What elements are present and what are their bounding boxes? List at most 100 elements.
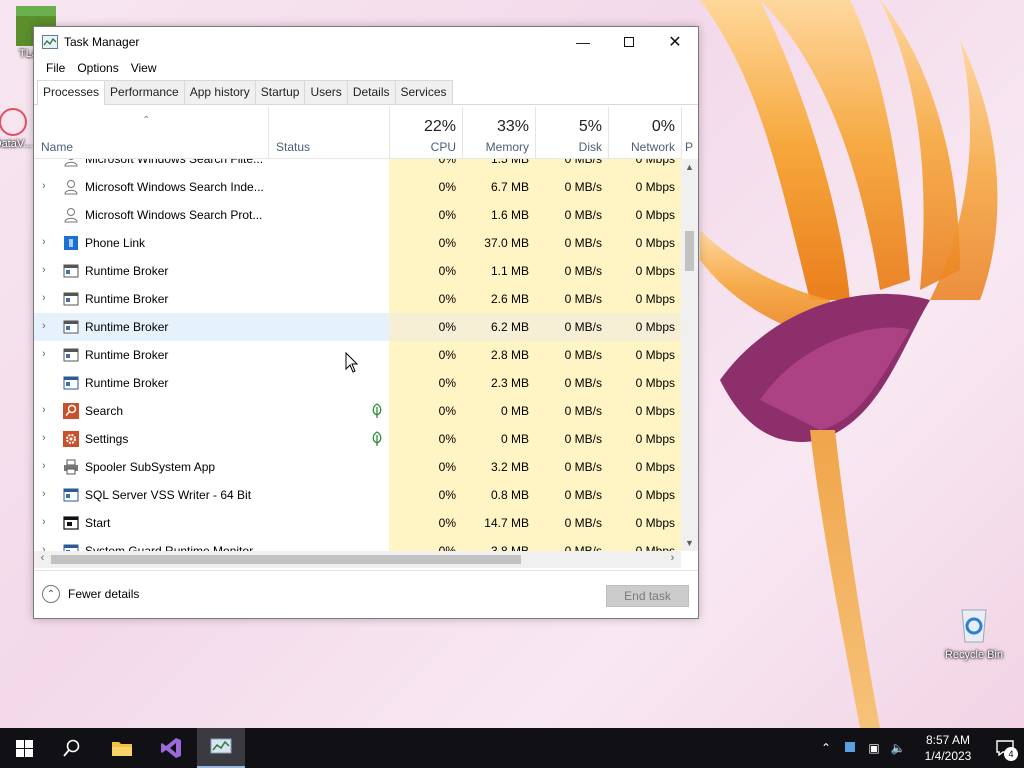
task-manager-icon bbox=[210, 738, 232, 754]
volume-icon[interactable]: 🔈 bbox=[886, 741, 910, 755]
process-row[interactable]: › Runtime Broker 0% 2.6 MB 0 MB/s 0 Mbps bbox=[34, 285, 681, 313]
desktop-icon-recycle-bin[interactable]: Recycle Bin bbox=[942, 604, 1006, 662]
process-network: 0 Mbps bbox=[608, 425, 681, 453]
fewer-details-button[interactable]: ⌃ Fewer details bbox=[42, 585, 139, 603]
scroll-right-icon[interactable]: › bbox=[664, 552, 681, 564]
chevron-right-icon[interactable]: › bbox=[42, 236, 52, 250]
menu-options[interactable]: Options bbox=[71, 61, 124, 75]
start-button[interactable] bbox=[0, 728, 48, 768]
chevron-up-icon[interactable]: ⌃ bbox=[814, 741, 838, 755]
process-name: Runtime Broker bbox=[85, 264, 169, 278]
taskbar-file-explorer[interactable] bbox=[98, 728, 146, 768]
process-cpu: 0% bbox=[389, 509, 462, 537]
column-header-disk[interactable]: 5% Disk bbox=[535, 107, 608, 159]
chevron-right-icon[interactable]: › bbox=[42, 348, 52, 362]
taskbar-task-manager[interactable] bbox=[197, 728, 245, 768]
process-row[interactable]: › SQL Server VSS Writer - 64 Bit 0% 0.8 MB 0… bbox=[34, 481, 681, 509]
maximize-button[interactable] bbox=[606, 27, 652, 57]
process-row[interactable]: › Spooler SubSystem App 0% 3.2 MB 0 MB/s 0 Mb… bbox=[34, 453, 681, 481]
horizontal-scrollbar[interactable]: ‹ › bbox=[34, 551, 681, 568]
taskbar-visual-studio[interactable] bbox=[147, 728, 195, 768]
column-header-name[interactable]: ⌃ Name bbox=[34, 107, 268, 159]
process-row[interactable]: Microsoft Windows Search Prot... 0% 1.6 MB… bbox=[34, 201, 681, 229]
column-power-label: P bbox=[685, 140, 694, 154]
notification-count-badge: 4 bbox=[1004, 747, 1018, 761]
app-window-icon bbox=[63, 319, 79, 335]
column-header-cpu[interactable]: 22% CPU bbox=[389, 107, 462, 159]
process-network: 0 Mbps bbox=[608, 229, 681, 257]
process-network: 0 Mbps bbox=[608, 481, 681, 509]
clock[interactable]: 8:57 AM 1/4/2023 bbox=[910, 732, 986, 764]
chevron-right-icon[interactable]: › bbox=[42, 404, 52, 418]
search-button[interactable] bbox=[48, 728, 96, 768]
tab-strip: Processes Performance App history Startu… bbox=[34, 79, 698, 105]
scroll-down-icon[interactable]: ▼ bbox=[681, 538, 698, 548]
process-cpu: 0% bbox=[389, 159, 462, 173]
title-bar[interactable]: Task Manager — ✕ bbox=[34, 27, 698, 57]
notification-center-button[interactable]: 4 bbox=[986, 728, 1024, 768]
network-icon[interactable]: ▣ bbox=[862, 741, 886, 755]
cpu-total-percent: 22% bbox=[423, 118, 456, 135]
process-name: Runtime Broker bbox=[85, 320, 169, 334]
process-disk: 0 MB/s bbox=[535, 285, 608, 313]
process-row[interactable]: › Phone Link 0% 37.0 MB 0 MB/s 0 Mbps bbox=[34, 229, 681, 257]
vertical-scrollbar[interactable]: ▲ ▼ bbox=[681, 159, 698, 551]
process-network: 0 Mbps bbox=[608, 369, 681, 397]
scroll-up-icon[interactable]: ▲ bbox=[681, 162, 698, 172]
process-row[interactable]: › Settings 0% 0 MB 0 MB/s 0 Mbps bbox=[34, 425, 681, 453]
process-row[interactable]: › Start 0% 14.7 MB 0 MB/s 0 Mbps bbox=[34, 509, 681, 537]
app-window-blue-icon bbox=[63, 543, 79, 551]
tab-details[interactable]: Details bbox=[346, 80, 396, 104]
start-window-icon bbox=[63, 515, 79, 531]
chevron-right-icon[interactable]: › bbox=[42, 180, 52, 194]
chevron-right-icon[interactable]: › bbox=[42, 488, 52, 502]
chevron-right-icon[interactable]: › bbox=[42, 544, 52, 551]
process-row[interactable]: › Search 0% 0 MB 0 MB/s 0 Mbps bbox=[34, 397, 681, 425]
tray-app-icon[interactable] bbox=[838, 741, 862, 755]
tab-startup[interactable]: Startup bbox=[254, 80, 306, 104]
horizontal-scroll-thumb[interactable] bbox=[51, 555, 521, 564]
process-network: 0 Mbps bbox=[608, 201, 681, 229]
tab-performance[interactable]: Performance bbox=[104, 80, 185, 104]
column-header-network[interactable]: 0% Network bbox=[608, 107, 681, 159]
process-row[interactable]: › System Guard Runtime Monitor ... 0% 3.8 M… bbox=[34, 537, 681, 551]
printer-icon bbox=[63, 459, 79, 475]
person-gear-icon bbox=[63, 179, 79, 195]
process-cpu: 0% bbox=[389, 201, 462, 229]
process-memory: 0 MB bbox=[462, 425, 535, 453]
process-row[interactable]: › Runtime Broker 0% 6.2 MB 0 MB/s 0 Mbps bbox=[34, 313, 681, 341]
process-row[interactable]: › Runtime Broker 0% 1.1 MB 0 MB/s 0 Mbps bbox=[34, 257, 681, 285]
tab-users[interactable]: Users bbox=[304, 80, 348, 104]
process-network: 0 Mbps bbox=[608, 285, 681, 313]
desktop-icon-label: Recycle Bin bbox=[944, 649, 1004, 661]
chevron-right-icon[interactable]: › bbox=[42, 516, 52, 530]
column-disk-label: Disk bbox=[578, 140, 602, 154]
vertical-scroll-thumb[interactable] bbox=[685, 231, 694, 271]
tab-app-history[interactable]: App history bbox=[183, 80, 256, 104]
process-row[interactable]: › Microsoft Windows Search Inde... 0% 6.7 M… bbox=[34, 173, 681, 201]
chevron-right-icon[interactable]: › bbox=[42, 432, 52, 446]
column-header-status[interactable]: Status bbox=[268, 107, 389, 159]
tab-services[interactable]: Services bbox=[394, 80, 453, 104]
tab-processes[interactable]: Processes bbox=[37, 80, 106, 105]
close-icon: ✕ bbox=[668, 34, 682, 51]
menu-file[interactable]: File bbox=[40, 61, 71, 75]
chevron-right-icon[interactable]: › bbox=[42, 460, 52, 474]
person-gear-icon bbox=[63, 159, 79, 167]
process-cpu: 0% bbox=[389, 229, 462, 257]
minimize-button[interactable]: — bbox=[560, 27, 606, 57]
process-disk: 0 MB/s bbox=[535, 453, 608, 481]
close-button[interactable]: ✕ bbox=[652, 27, 698, 57]
chevron-right-icon[interactable]: › bbox=[42, 320, 52, 334]
menu-view[interactable]: View bbox=[125, 61, 163, 75]
column-header-power[interactable]: P bbox=[681, 107, 698, 159]
chevron-right-icon[interactable]: › bbox=[42, 292, 52, 306]
chevron-right-icon[interactable]: › bbox=[42, 264, 52, 278]
end-task-button[interactable]: End task bbox=[606, 585, 689, 607]
column-header-memory[interactable]: 33% Memory bbox=[462, 107, 535, 159]
scroll-left-icon[interactable]: ‹ bbox=[34, 552, 51, 564]
process-row[interactable]: Microsoft Windows Search Filte... 0% 1.5 M… bbox=[34, 159, 681, 173]
efficiency-leaf-icon bbox=[370, 431, 384, 447]
process-network: 0 Mbps bbox=[608, 537, 681, 551]
process-memory: 1.6 MB bbox=[462, 201, 535, 229]
